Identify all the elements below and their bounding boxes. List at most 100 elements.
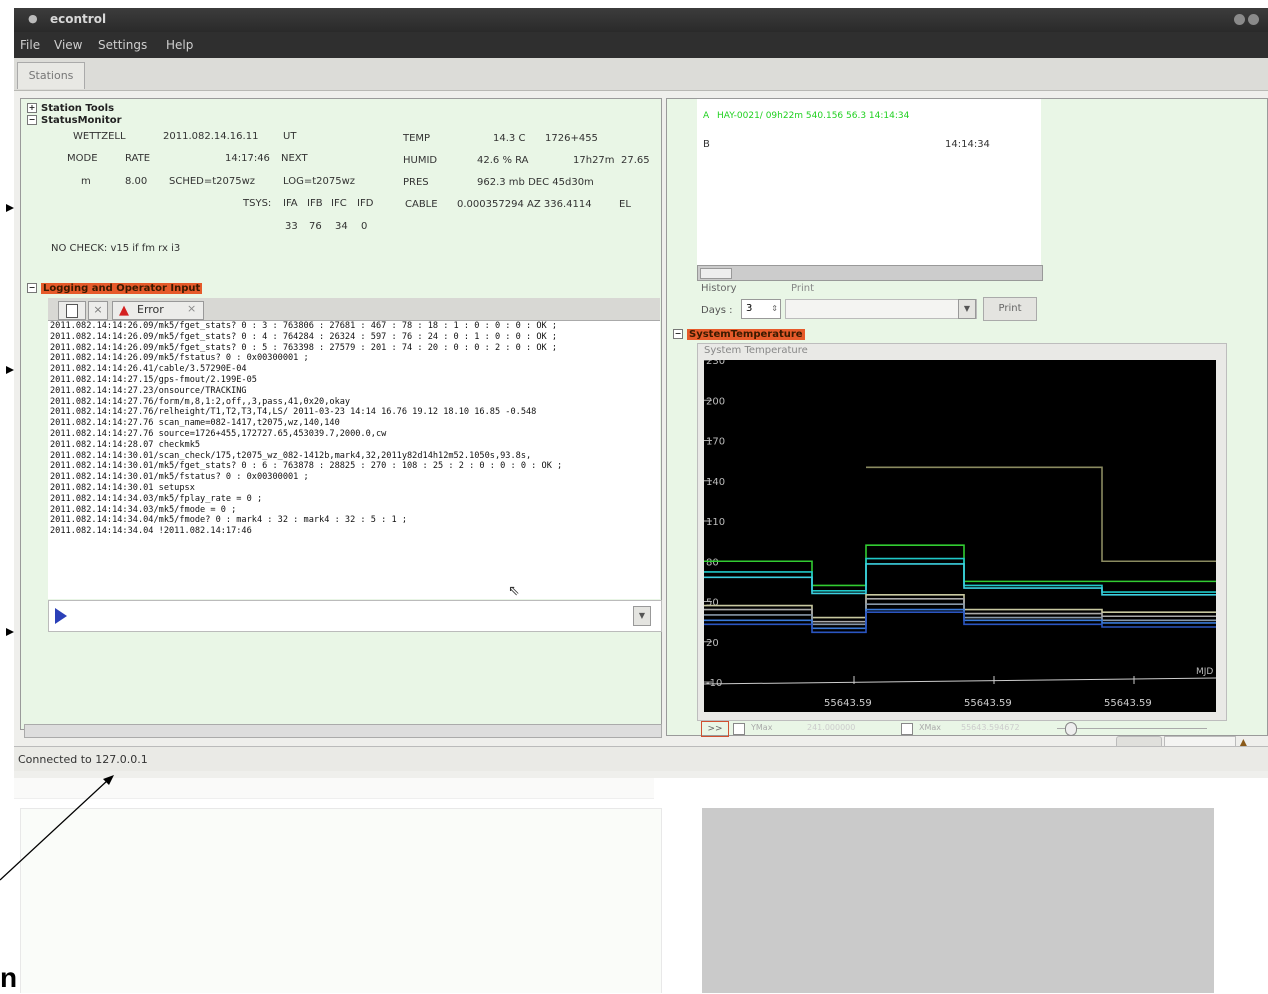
x-tick-label: 55643.59 (824, 698, 872, 709)
xmax-checkbox[interactable] (901, 723, 913, 735)
el-label: EL (619, 199, 631, 210)
tsys-label: TSYS: (243, 198, 272, 209)
x-tick-label: 55643.59 (964, 698, 1012, 709)
schedule-a-text: HAY-0021/ 09h22m 540.156 56.3 14:14:34 (717, 111, 910, 121)
ra-value: 17h27m (573, 155, 615, 166)
pres-value: 962.3 mb DEC 45d30m (477, 177, 594, 188)
arrow-marker (6, 366, 14, 374)
chart-controls: >> YMax 241.000000 XMax 55643.594672 (697, 721, 1225, 737)
econtrol-window: ● econtrol File View Settings Help Stati… (14, 8, 1268, 778)
y-tick-label: 140 (706, 477, 725, 488)
history-label: History (701, 283, 737, 294)
y-tick-label: 230 (706, 360, 725, 367)
expand-button[interactable]: >> (701, 721, 729, 737)
command-input[interactable]: ▼ (48, 600, 662, 632)
y-tick-label: 200 (706, 396, 725, 407)
log-line: 2011.082.14:14:27.23/onsource/TRACKING (50, 385, 247, 396)
y-tick-label: 50 (706, 598, 719, 609)
tree-system-temperature[interactable]: − SystemTemperature (673, 329, 805, 340)
log-line: 2011.082.14:14:27.15/gps-fmout/2.199E-05 (50, 374, 257, 385)
status-bar: Connected to 127.0.0.1 (14, 746, 1268, 771)
schedule-display: A HAY-0021/ 09h22m 540.156 56.3 14:14:34… (697, 99, 1041, 265)
zoom-slider[interactable] (1057, 728, 1207, 729)
ifd-label: IFD (357, 198, 374, 209)
log-value: LOG=t2075wz (283, 176, 356, 187)
title-bar: ● econtrol (14, 8, 1268, 32)
log-line: 2011.082.14:14:26.09/mk5/fstatus? 0 : 0x… (50, 353, 309, 364)
temp-label: TEMP (403, 133, 431, 144)
log-line: 2011.082.14:14:28.07 checkmk5 (50, 439, 201, 450)
arrow-marker (6, 204, 14, 212)
tab-error-label: Error (137, 303, 164, 316)
days-label: Days : (701, 305, 733, 316)
window-reflection (14, 778, 1268, 993)
reflected-chart (702, 808, 1214, 993)
tsys-b: 76 (309, 221, 322, 232)
chart-canvas: 230200170140110805020-10MJD55643.59 55643… (704, 360, 1216, 712)
log-line: 2011.082.14:14:27.76 scan_name=082-1417,… (50, 418, 340, 429)
schedule-a-label: A (703, 111, 710, 121)
chevron-down-icon[interactable]: ▼ (958, 299, 976, 319)
slider-handle[interactable] (1065, 722, 1077, 736)
log-line: 2011.082.14:14:30.01 setupsx (50, 482, 195, 493)
log-line: 2011.082.14:14:26.09/mk5/fget_stats? 0 :… (50, 331, 558, 342)
caption-letter: n (0, 962, 18, 993)
source-value: 1726+455 (545, 133, 598, 144)
print-button[interactable]: Print (983, 297, 1037, 321)
ymax-input[interactable]: 241.000000 (807, 723, 855, 732)
schedule-b-label: B (703, 139, 710, 150)
pres-label: PRES (403, 177, 429, 188)
y-tick-label: 20 (706, 638, 719, 649)
log-line: 2011.082.14:14:30.01/mk5/fget_stats? 0 :… (50, 461, 563, 472)
log-line: 2011.082.14:14:30.01/mk5/fstatus? 0 : 0x… (50, 472, 309, 483)
x-axis-label: MJD (1196, 667, 1213, 677)
log-line: 2011.082.14:14:27.76/form/m,8,1:2,off,,3… (50, 396, 351, 407)
next-time: 14:17:46 (225, 153, 270, 164)
schedule-scrollbar[interactable] (697, 265, 1043, 281)
log-line: 2011.082.14:14:34.04/mk5/fmode? 0 : mark… (50, 515, 407, 526)
log-line: 2011.082.14:14:27.76/relheight/T1,T2,T3,… (50, 407, 537, 418)
close-icon[interactable]: × (187, 302, 196, 315)
minimize-button[interactable] (1234, 14, 1245, 25)
tsys-d: 0 (361, 221, 368, 232)
collapse-icon[interactable]: − (673, 329, 683, 339)
temp-value: 14.3 C (493, 133, 526, 144)
log-line: 2011.082.14:14:34.03/mk5/fmode = 0 ; (50, 504, 237, 515)
next-label: NEXT (281, 153, 308, 164)
sched-value: SCHED=t2075wz (169, 176, 256, 187)
chart-title: System Temperature (704, 345, 808, 356)
printer-select[interactable]: ▼ (785, 299, 977, 319)
system-temperature-chart: System Temperature 230 200 170 140 110 80 50 20… (697, 343, 1227, 721)
ifb-label: IFB (307, 198, 323, 209)
menu-bar: File View Settings Help (14, 32, 1268, 58)
log-line: 2011.082.14:14:34.04 !2011.082.14:17:46 (50, 526, 252, 537)
schedule-b-time: 14:14:34 (945, 139, 990, 150)
right-panel: A HAY-0021/ 09h22m 540.156 56.3 14:14:34… (666, 98, 1268, 737)
ymax-checkbox[interactable] (733, 723, 745, 735)
days-spinbox[interactable]: 3 ⇕ (741, 299, 781, 319)
tab-bar: Stations (14, 58, 1268, 91)
humid-value: 42.6 % RA (477, 155, 529, 166)
log-line: 2011.082.14:14:30.01/scan_check/175,t207… (50, 450, 532, 461)
xmax-label: XMax (919, 723, 942, 732)
mouse-cursor-icon: ⇖ (508, 583, 520, 599)
ifa-label: IFA (283, 198, 298, 209)
tsys-a: 33 (285, 221, 298, 232)
cable-value: 0.000357294 AZ 336.4114 (457, 199, 592, 210)
print-label: Print (791, 283, 815, 294)
ifc-label: IFC (331, 198, 347, 209)
log-line: 2011.082.14:14:34.03/mk5/fplay_rate = 0 … (50, 493, 263, 504)
ymax-label: YMax (751, 723, 773, 732)
log-output[interactable]: 2011.082.14:14:26.09/mk5/fget_stats? 0 :… (48, 321, 660, 599)
ut-label: UT (283, 131, 297, 142)
y-tick-label: 170 (706, 437, 725, 448)
menu-help[interactable]: Help (166, 38, 193, 52)
y-tick-label: 110 (706, 517, 725, 528)
log-line: 2011.082.14:14:26.09/mk5/fget_stats? 0 :… (50, 321, 558, 331)
xmax-input[interactable]: 55643.594672 (961, 723, 1020, 732)
tsys-c: 34 (335, 221, 348, 232)
close-button[interactable] (1248, 14, 1259, 25)
annotation-arrows (0, 204, 114, 881)
history-dropdown[interactable]: ▼ (633, 606, 651, 626)
scrollbar-thumb[interactable] (700, 268, 732, 279)
